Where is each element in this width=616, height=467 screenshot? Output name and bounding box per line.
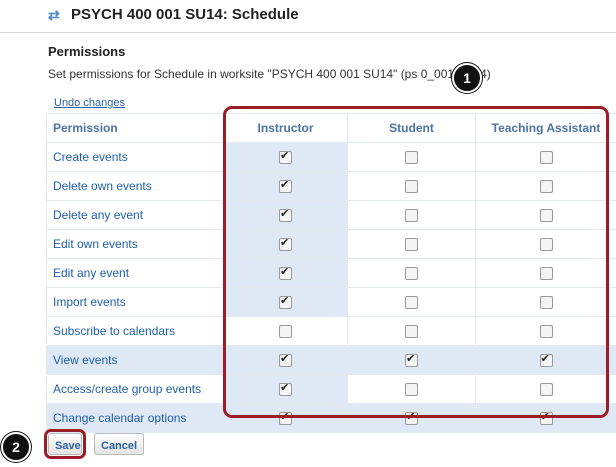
permission-cell-student <box>347 229 476 259</box>
table-row: Edit own events <box>46 229 616 259</box>
permission-cell-instructor <box>223 200 348 230</box>
permission-cell-instructor <box>223 374 348 404</box>
step-marker-1: 1 <box>452 63 482 93</box>
permission-cell-instructor <box>223 403 348 433</box>
permission-label: Import events <box>46 287 224 317</box>
ta-checkbox[interactable] <box>539 267 553 281</box>
student-checkbox[interactable] <box>405 151 418 165</box>
permission-label: View events <box>46 345 224 375</box>
table-row: Edit any event <box>46 258 616 288</box>
permission-cell-ta <box>475 403 616 433</box>
table-row: Access/create group events <box>46 374 616 404</box>
permission-label: Subscribe to calendars <box>46 316 224 346</box>
instructor-checkbox[interactable] <box>279 325 292 339</box>
permission-label: Edit own events <box>46 229 224 259</box>
permission-label: Edit any event <box>46 258 224 288</box>
instructor-checkbox[interactable] <box>279 236 292 252</box>
permission-cell-student <box>347 258 476 288</box>
permission-cell-student <box>347 171 476 201</box>
table-row: Import events <box>46 287 616 317</box>
permission-cell-student <box>347 142 476 172</box>
instructor-checkbox[interactable] <box>279 410 292 426</box>
permission-cell-ta <box>475 229 616 259</box>
page-title: PSYCH 400 001 SU14: Schedule <box>71 6 299 23</box>
student-checkbox[interactable] <box>405 325 418 339</box>
student-checkbox[interactable] <box>405 180 418 194</box>
page-header: ⇄ PSYCH 400 001 SU14: Schedule <box>0 0 616 33</box>
ta-checkbox[interactable] <box>539 383 553 397</box>
student-checkbox[interactable] <box>405 410 418 426</box>
permission-label: Create events <box>46 142 224 172</box>
instructor-checkbox[interactable] <box>279 207 292 223</box>
col-header-student: Student <box>347 113 476 143</box>
student-checkbox[interactable] <box>405 296 418 310</box>
permission-label: Delete any event <box>46 200 224 230</box>
permission-cell-student <box>347 316 476 346</box>
table-row: Delete any event <box>46 200 616 230</box>
save-button[interactable]: Save <box>48 433 82 455</box>
table-row: Delete own events <box>46 171 616 201</box>
instructor-checkbox[interactable] <box>279 178 292 194</box>
permission-cell-instructor <box>223 229 348 259</box>
col-header-teaching-assistant: Teaching Assistant <box>475 113 616 143</box>
ta-checkbox[interactable] <box>539 352 553 368</box>
table-row: View events <box>46 345 616 375</box>
ta-checkbox[interactable] <box>539 209 553 223</box>
cancel-button[interactable]: Cancel <box>94 433 144 455</box>
table-row: Change calendar options <box>46 403 616 433</box>
permission-cell-student <box>347 200 476 230</box>
student-checkbox[interactable] <box>405 383 418 397</box>
ta-checkbox[interactable] <box>539 151 553 165</box>
table-row: Subscribe to calendars <box>46 316 616 346</box>
permission-cell-ta <box>475 374 616 404</box>
ta-checkbox[interactable] <box>539 325 553 339</box>
permission-cell-ta <box>475 287 616 317</box>
permission-cell-instructor <box>223 316 348 346</box>
table-header-row: Permission Instructor Student Teaching A… <box>46 113 616 143</box>
permission-cell-ta <box>475 200 616 230</box>
permission-cell-student <box>347 403 476 433</box>
instructor-checkbox[interactable] <box>279 381 292 397</box>
instructor-checkbox[interactable] <box>279 294 292 310</box>
student-checkbox[interactable] <box>405 209 418 223</box>
col-header-permission: Permission <box>46 113 224 143</box>
permission-cell-instructor <box>223 258 348 288</box>
permission-cell-instructor <box>223 287 348 317</box>
permissions-table: Permission Instructor Student Teaching A… <box>46 113 616 433</box>
permission-label: Access/create group events <box>46 374 224 404</box>
permission-cell-student <box>347 374 476 404</box>
instructor-checkbox[interactable] <box>279 149 292 165</box>
permission-cell-instructor <box>223 345 348 375</box>
student-checkbox[interactable] <box>405 238 418 252</box>
undo-changes-link[interactable]: Undo changes <box>54 97 125 109</box>
refresh-arrows-icon: ⇄ <box>48 7 60 23</box>
ta-checkbox[interactable] <box>539 180 553 194</box>
permissions-description: Set permissions for Schedule in worksite… <box>48 67 491 81</box>
permission-cell-student <box>347 345 476 375</box>
instructor-checkbox[interactable] <box>279 352 292 368</box>
col-header-instructor: Instructor <box>223 113 348 143</box>
permission-cell-ta <box>475 171 616 201</box>
permission-cell-ta <box>475 142 616 172</box>
ta-checkbox[interactable] <box>539 238 553 252</box>
permission-cell-instructor <box>223 171 348 201</box>
table-row: Create events <box>46 142 616 172</box>
instructor-checkbox[interactable] <box>279 265 292 281</box>
ta-checkbox[interactable] <box>539 410 553 426</box>
permission-cell-ta <box>475 345 616 375</box>
permission-cell-ta <box>475 258 616 288</box>
permissions-heading: Permissions <box>48 44 126 59</box>
student-checkbox[interactable] <box>405 267 418 281</box>
permission-cell-instructor <box>223 142 348 172</box>
permission-cell-ta <box>475 316 616 346</box>
permission-cell-student <box>347 287 476 317</box>
student-checkbox[interactable] <box>405 352 418 368</box>
permission-label: Delete own events <box>46 171 224 201</box>
ta-checkbox[interactable] <box>539 296 553 310</box>
step-marker-2: 2 <box>1 432 31 462</box>
